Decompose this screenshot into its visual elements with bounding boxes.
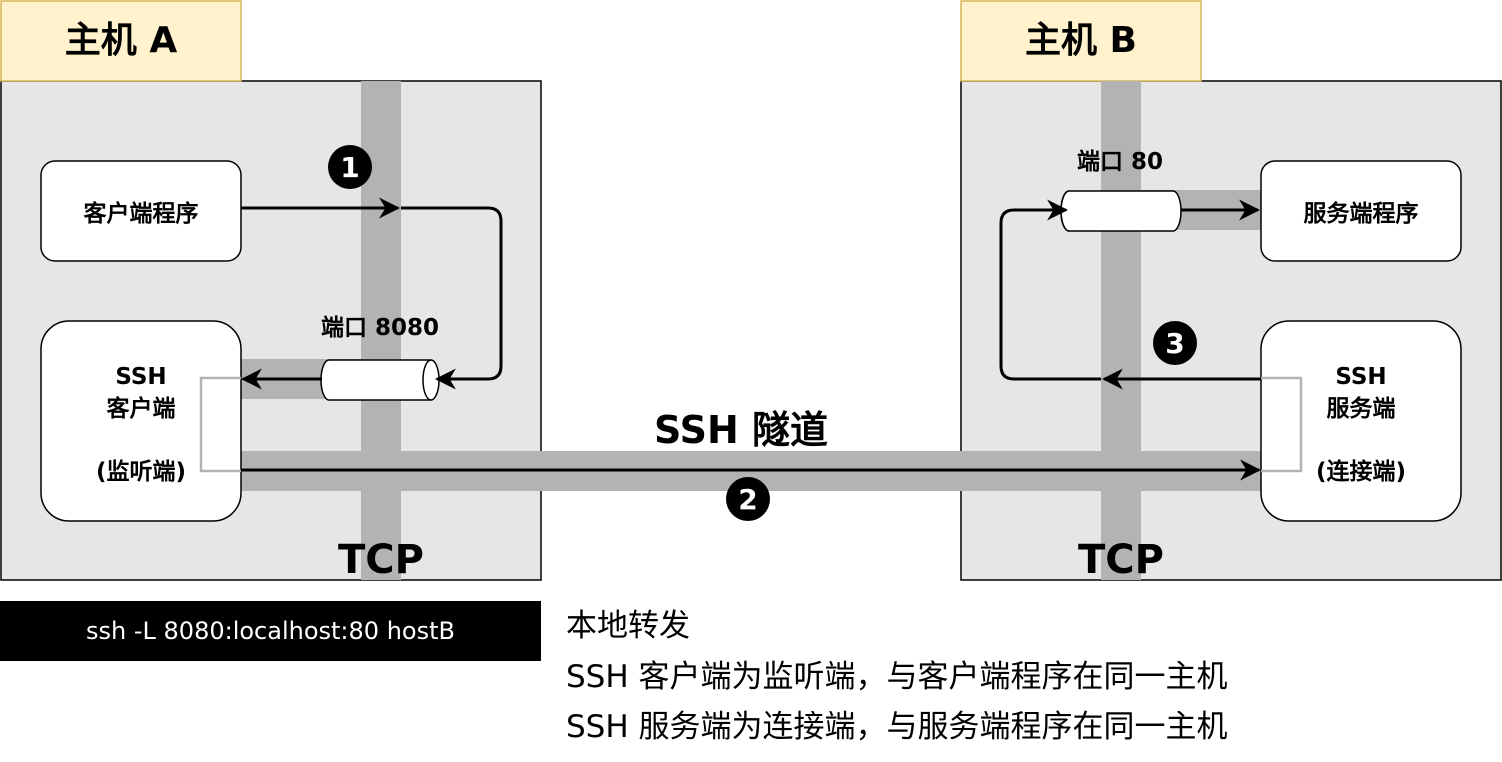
svg-text:1: 1 [340, 151, 359, 184]
client-program-label: 客户端程序 [84, 200, 199, 227]
port-80-label: 端口 80 [1077, 149, 1163, 175]
step-badge-2: 2 [726, 477, 770, 521]
note-title: 本地转发 [566, 608, 690, 644]
ssh-client-role: (监听端) [96, 459, 186, 485]
tunnel-label: SSH 隧道 [654, 408, 828, 452]
port-80-cylinder [1060, 190, 1182, 232]
port-8080-cylinder [320, 359, 440, 401]
host-a-title: 主机 A [65, 20, 178, 61]
command-text: ssh -L 8080:localhost:80 hostB [86, 617, 455, 645]
tcp-label-b: TCP [1078, 537, 1164, 583]
svg-text:2: 2 [738, 483, 757, 516]
ssh-server-role: (连接端) [1316, 458, 1406, 485]
step-badge-3: 3 [1153, 321, 1197, 365]
note-line-server: SSH 服务端为连接端，与服务端程序在同一主机 [566, 709, 1228, 745]
ssh-client-line2: 客户端 [107, 395, 176, 422]
port-8080-label: 端口 8080 [321, 315, 439, 341]
ssh-server-line1: SSH [1335, 364, 1386, 390]
svg-text:3: 3 [1165, 327, 1184, 360]
note-line-client: SSH 客户端为监听端，与客户端程序在同一主机 [566, 659, 1228, 695]
host-b-title: 主机 B [1025, 20, 1137, 61]
server-program-label: 服务端程序 [1304, 200, 1419, 227]
command-bar: ssh -L 8080:localhost:80 hostB [0, 601, 541, 661]
step-badge-1: 1 [328, 145, 372, 189]
ssh-server-line2: 服务端 [1327, 396, 1396, 422]
tcp-label-a: TCP [338, 537, 424, 583]
ssh-client-line1: SSH [115, 364, 166, 390]
